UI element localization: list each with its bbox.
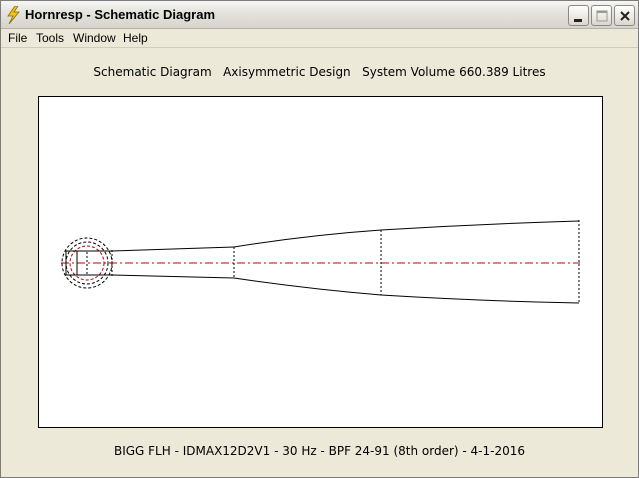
lightning-bolt-icon xyxy=(5,5,21,25)
schematic-canvas xyxy=(38,96,603,428)
title-bar[interactable]: Hornresp - Schematic Diagram xyxy=(1,1,638,29)
menu-window[interactable]: Window xyxy=(73,31,116,45)
diagram-footer: BIGG FLH - IDMAX12D2V1 - 30 Hz - BPF 24-… xyxy=(113,444,526,458)
menu-bar: File Tools Window Help xyxy=(1,29,638,47)
menu-help[interactable]: Help xyxy=(123,31,148,45)
horn-seg1-bottom xyxy=(111,274,235,279)
close-icon xyxy=(620,11,630,21)
menu-tools[interactable]: Tools xyxy=(36,31,64,45)
menu-separator xyxy=(1,47,638,48)
minimize-button[interactable] xyxy=(568,5,589,26)
app-window: Hornresp - Schematic Diagram File Tools … xyxy=(0,0,639,478)
maximize-button[interactable] xyxy=(591,5,612,26)
diagram-header: Schematic Diagram Axisymmetric Design Sy… xyxy=(93,65,546,79)
menu-file[interactable]: File xyxy=(8,31,27,45)
window-title: Hornresp - Schematic Diagram xyxy=(25,7,216,22)
horn-seg2-top xyxy=(233,229,382,248)
horn-schematic xyxy=(61,220,580,304)
horn-seg3-top xyxy=(380,220,580,231)
horn-seg1-top xyxy=(111,246,235,252)
maximize-icon xyxy=(596,10,608,22)
horn-seg3-bottom xyxy=(380,294,580,304)
minimize-icon xyxy=(574,19,582,22)
close-button[interactable] xyxy=(614,5,635,26)
horn-seg2-bottom xyxy=(233,277,382,296)
